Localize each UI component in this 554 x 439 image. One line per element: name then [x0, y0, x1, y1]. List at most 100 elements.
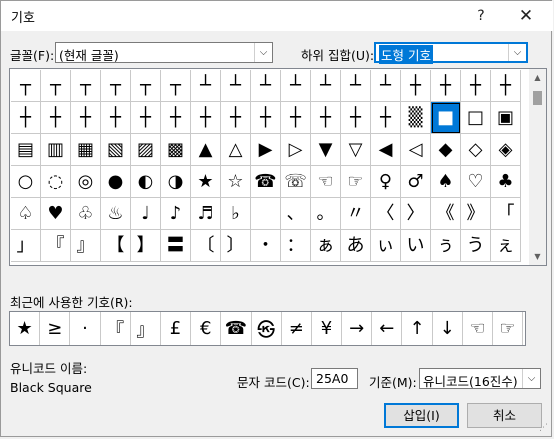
- symbol-cell[interactable]: 」: [11, 230, 41, 262]
- symbol-cell[interactable]: ♨: [101, 198, 131, 230]
- symbol-cell[interactable]: 』: [71, 230, 101, 262]
- symbol-cell[interactable]: ┬: [131, 70, 161, 102]
- symbol-cell[interactable]: 》: [461, 198, 491, 230]
- scroll-thumb[interactable]: [533, 91, 542, 105]
- recent-symbol-cell[interactable]: →: [342, 312, 373, 345]
- font-select[interactable]: (현재 글꼴) ⌵: [55, 42, 273, 63]
- resize-grip-icon[interactable]: ⋰: [539, 423, 548, 433]
- help-button[interactable]: ?: [461, 1, 501, 31]
- symbol-cell[interactable]: ◇: [461, 134, 491, 166]
- symbol-cell[interactable]: ☞: [341, 166, 371, 198]
- symbol-cell[interactable]: ┼: [281, 102, 311, 134]
- symbol-cell[interactable]: ◌: [41, 166, 71, 198]
- symbol-cell[interactable]: 『: [41, 230, 71, 262]
- symbol-cell[interactable]: 【: [101, 230, 131, 262]
- symbol-cell[interactable]: ぅ: [431, 230, 461, 262]
- symbol-cell[interactable]: ♧: [71, 198, 101, 230]
- recent-symbol-cell[interactable]: ≥: [40, 312, 71, 345]
- symbol-cell[interactable]: ◁: [401, 134, 431, 166]
- recent-symbol-cell[interactable]: 『: [101, 312, 131, 345]
- scroll-down-icon[interactable]: ▼: [529, 248, 546, 265]
- symbol-cell[interactable]: ▦: [71, 134, 101, 166]
- recent-symbol-cell[interactable]: ↑: [402, 312, 433, 345]
- symbol-cell[interactable]: ●: [101, 166, 131, 198]
- recent-symbol-cell[interactable]: ↓: [433, 312, 463, 345]
- symbol-cell[interactable]: ┼: [221, 102, 251, 134]
- symbol-cell[interactable]: ◑: [161, 166, 191, 198]
- symbol-cell[interactable]: ◐: [131, 166, 161, 198]
- symbol-cell[interactable]: ┬: [71, 70, 101, 102]
- symbol-cell[interactable]: 〈: [371, 198, 401, 230]
- symbol-cell[interactable]: ぃ: [371, 230, 401, 262]
- symbol-cell[interactable]: ┼: [371, 102, 401, 134]
- symbol-cell[interactable]: ┬: [41, 70, 71, 102]
- symbol-cell[interactable]: ┼: [431, 70, 461, 102]
- symbol-cell[interactable]: △: [221, 134, 251, 166]
- symbol-cell[interactable]: う: [461, 230, 491, 262]
- symbol-cell[interactable]: ♪: [161, 198, 191, 230]
- symbol-cell[interactable]: ♀: [371, 166, 401, 198]
- symbol-cell[interactable]: ┴: [251, 70, 281, 102]
- symbol-cell[interactable]: ┬: [161, 70, 191, 102]
- symbol-cell[interactable]: ▥: [41, 134, 71, 166]
- cancel-button[interactable]: 취소: [467, 403, 542, 428]
- recent-symbol-cell[interactable]: £: [161, 312, 192, 345]
- symbol-cell[interactable]: ぇ: [491, 230, 521, 262]
- symbol-cell[interactable]: ┬: [11, 70, 41, 102]
- symbol-cell[interactable]: ■: [431, 102, 461, 134]
- symbol-cell[interactable]: ┴: [221, 70, 251, 102]
- symbol-cell[interactable]: ★: [191, 166, 221, 198]
- recent-symbol-cell[interactable]: ←: [372, 312, 403, 345]
- symbol-cell[interactable]: ▶: [251, 134, 281, 166]
- symbol-cell[interactable]: ┴: [341, 70, 371, 102]
- symbol-cell[interactable]: ▧: [101, 134, 131, 166]
- symbol-cell[interactable]: ♬: [191, 198, 221, 230]
- recent-symbol-cell[interactable]: ☜: [463, 312, 493, 345]
- symbol-cell[interactable]: ♭: [221, 198, 251, 230]
- symbol-cell[interactable]: ♤: [11, 198, 41, 230]
- symbol-cell[interactable]: い: [401, 230, 431, 262]
- symbol-cell[interactable]: ♣: [491, 166, 521, 198]
- subset-select[interactable]: 도형 기호 ⌵: [374, 42, 528, 64]
- symbol-cell[interactable]: ☏: [281, 166, 311, 198]
- recent-symbol-cell[interactable]: 』: [131, 312, 161, 345]
- symbol-cell[interactable]: ♩: [131, 198, 161, 230]
- recent-symbol-cell[interactable]: ¥: [312, 312, 343, 345]
- symbol-cell[interactable]: ┼: [491, 70, 521, 102]
- recent-symbol-cell[interactable]: ㉿: [252, 312, 282, 345]
- symbol-cell[interactable]: ┼: [161, 102, 191, 134]
- symbol-cell[interactable]: ◀: [371, 134, 401, 166]
- symbol-cell[interactable]: ♥: [41, 198, 71, 230]
- symbol-cell[interactable]: ┼: [71, 102, 101, 134]
- symbol-cell[interactable]: ▽: [341, 134, 371, 166]
- symbol-cell[interactable]: ☜: [311, 166, 341, 198]
- symbol-cell[interactable]: ┼: [191, 102, 221, 134]
- symbol-cell[interactable]: 〃: [341, 198, 371, 230]
- symbol-cell[interactable]: ▒: [401, 102, 431, 134]
- symbol-cell[interactable]: ◈: [491, 134, 521, 166]
- symbol-cell[interactable]: ┼: [41, 102, 71, 134]
- symbol-cell[interactable]: ┴: [191, 70, 221, 102]
- symbol-cell[interactable]: ┼: [131, 102, 161, 134]
- symbol-cell[interactable]: □: [461, 102, 491, 134]
- symbol-cell[interactable]: あ: [341, 230, 371, 262]
- symbol-cell[interactable]: 《: [431, 198, 461, 230]
- symbol-cell[interactable]: 、: [281, 198, 311, 230]
- symbol-cell[interactable]: ▼: [311, 134, 341, 166]
- symbol-cell[interactable]: 】: [131, 230, 161, 262]
- symbol-cell[interactable]: ┼: [311, 102, 341, 134]
- symbol-grid-scrollbar[interactable]: ▲ ▼: [529, 69, 546, 265]
- symbol-cell[interactable]: ♡: [461, 166, 491, 198]
- symbol-cell[interactable]: ▨: [131, 134, 161, 166]
- recent-symbol-cell[interactable]: ·: [70, 312, 101, 345]
- symbol-cell[interactable]: ┼: [461, 70, 491, 102]
- symbol-cell[interactable]: ○: [11, 166, 41, 198]
- symbol-cell[interactable]: ☎: [251, 166, 281, 198]
- symbol-cell[interactable]: ┼: [341, 102, 371, 134]
- symbol-cell[interactable]: ☆: [221, 166, 251, 198]
- symbol-cell[interactable]: ┴: [311, 70, 341, 102]
- symbol-cell[interactable]: ▩: [161, 134, 191, 166]
- symbol-cell[interactable]: ぁ: [311, 230, 341, 262]
- symbol-cell[interactable]: ┼: [11, 102, 41, 134]
- recent-symbol-cell[interactable]: ★: [10, 312, 41, 345]
